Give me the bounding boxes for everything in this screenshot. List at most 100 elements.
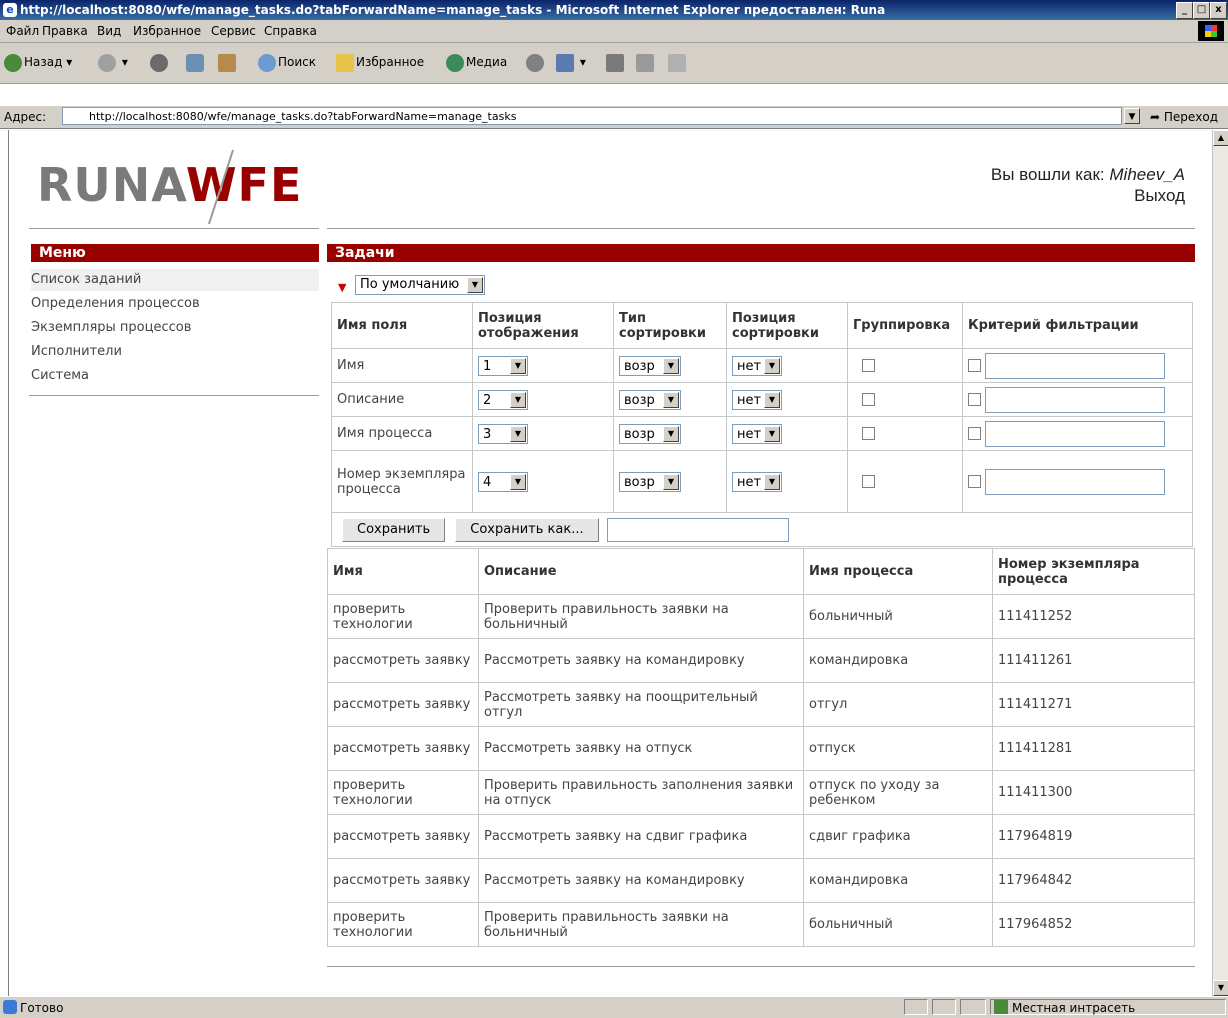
task-name[interactable]: рассмотреть заявку (327, 814, 479, 859)
task-description[interactable]: Проверить правильность заявки на больнич… (478, 902, 804, 947)
back-button[interactable]: Назад ▾ (4, 51, 72, 73)
menu-file[interactable]: Файл (6, 24, 39, 38)
task-name[interactable]: проверить технологии (327, 770, 479, 815)
task-instance[interactable]: 117964852 (992, 902, 1195, 947)
stop-button[interactable] (150, 51, 170, 73)
sidebar-item-instances[interactable]: Экземпляры процессов (31, 317, 191, 339)
group-checkbox[interactable] (862, 427, 875, 440)
filter-input[interactable] (985, 352, 1166, 379)
task-process[interactable]: командировка (803, 858, 993, 903)
task-instance[interactable]: 111411300 (992, 770, 1195, 815)
task-instance[interactable]: 117964842 (992, 858, 1195, 903)
table-row[interactable]: рассмотреть заявку Рассмотреть заявку на… (327, 726, 1195, 771)
go-button[interactable]: ➦ Переход (1150, 110, 1218, 124)
edit-button[interactable] (636, 51, 656, 73)
task-instance[interactable]: 111411281 (992, 726, 1195, 771)
task-description[interactable]: Проверить правильность заполнения заявки… (478, 770, 804, 815)
filter-input[interactable] (985, 468, 1166, 495)
view-select[interactable]: По умолчанию ▼ (355, 275, 485, 295)
filter-input[interactable] (985, 420, 1166, 447)
home-button[interactable] (218, 51, 238, 73)
table-row[interactable]: рассмотреть заявку Рассмотреть заявку на… (327, 858, 1195, 903)
sidebar-item-definitions[interactable]: Определения процессов (31, 293, 200, 315)
scroll-up-icon[interactable]: ▲ (1213, 130, 1228, 146)
task-description[interactable]: Рассмотреть заявку на командировку (478, 858, 804, 903)
task-process[interactable]: больничный (803, 594, 993, 639)
save-as-name-input[interactable] (606, 517, 789, 542)
sort-type-select[interactable]: возр ▼ (619, 471, 681, 492)
task-name[interactable]: рассмотреть заявку (327, 858, 479, 903)
group-checkbox[interactable] (862, 475, 875, 488)
table-row[interactable]: проверить технологии Проверить правильно… (327, 594, 1195, 639)
filter-checkbox[interactable] (968, 359, 981, 372)
menu-favorites[interactable]: Избранное (133, 24, 201, 38)
tasks-header-name[interactable]: Имя (327, 548, 479, 595)
history-button[interactable] (526, 51, 546, 73)
group-checkbox[interactable] (862, 359, 875, 372)
sidebar-item-tasks[interactable]: Список заданий (31, 269, 319, 291)
filter-checkbox[interactable] (968, 475, 981, 488)
vertical-scrollbar[interactable]: ▲ ▼ (1212, 130, 1228, 996)
position-select[interactable]: 3 ▼ (478, 423, 528, 444)
task-description[interactable]: Рассмотреть заявку на поощрительный отгу… (478, 682, 804, 727)
task-name[interactable]: рассмотреть заявку (327, 726, 479, 771)
mail-button[interactable]: ▾ (556, 51, 586, 73)
print-button[interactable] (606, 51, 626, 73)
scroll-down-icon[interactable]: ▼ (1213, 980, 1228, 996)
address-input[interactable]: http://localhost:8080/wfe/manage_tasks.d… (62, 107, 1122, 125)
sidebar-item-system[interactable]: Система (31, 365, 89, 387)
position-select[interactable]: 2 ▼ (478, 389, 528, 410)
task-instance[interactable]: 111411252 (992, 594, 1195, 639)
refresh-button[interactable] (186, 51, 206, 73)
task-instance[interactable]: 111411261 (992, 638, 1195, 683)
table-row[interactable]: рассмотреть заявку Рассмотреть заявку на… (327, 682, 1195, 727)
table-row[interactable]: проверить технологии Проверить правильно… (327, 770, 1195, 815)
sort-type-select[interactable]: возр ▼ (619, 389, 681, 410)
menu-help[interactable]: Справка (264, 24, 317, 38)
tasks-header-description[interactable]: Описание (478, 548, 804, 595)
task-name[interactable]: рассмотреть заявку (327, 682, 479, 727)
task-process[interactable]: больничный (803, 902, 993, 947)
table-row[interactable]: рассмотреть заявку Рассмотреть заявку на… (327, 638, 1195, 683)
task-name[interactable]: рассмотреть заявку (327, 638, 479, 683)
minimize-button[interactable]: _ (1176, 2, 1193, 19)
task-process[interactable]: командировка (803, 638, 993, 683)
save-button[interactable]: Сохранить (342, 517, 446, 542)
sort-pos-select[interactable]: нет ▼ (732, 355, 782, 376)
sort-type-select[interactable]: возр ▼ (619, 423, 681, 444)
collapse-triangle-icon[interactable]: ▼ (338, 281, 346, 294)
table-row[interactable]: проверить технологии Проверить правильно… (327, 902, 1195, 947)
forward-button[interactable]: ▾ (98, 51, 128, 73)
task-instance[interactable]: 111411271 (992, 682, 1195, 727)
task-description[interactable]: Проверить правильность заявки на больнич… (478, 594, 804, 639)
position-select[interactable]: 4 ▼ (478, 471, 528, 492)
task-process[interactable]: отпуск по уходу за ребенком (803, 770, 993, 815)
table-row[interactable]: рассмотреть заявку Рассмотреть заявку на… (327, 814, 1195, 859)
task-process[interactable]: отгул (803, 682, 993, 727)
favorites-button[interactable]: Избранное (336, 51, 424, 73)
tasks-header-process[interactable]: Имя процесса (803, 548, 993, 595)
maximize-button[interactable]: □ (1193, 2, 1210, 19)
task-description[interactable]: Рассмотреть заявку на отпуск (478, 726, 804, 771)
close-button[interactable]: x (1210, 2, 1227, 19)
filter-input[interactable] (985, 386, 1166, 413)
task-instance[interactable]: 117964819 (992, 814, 1195, 859)
position-select[interactable]: 1 ▼ (478, 355, 528, 376)
menu-tools[interactable]: Сервис (211, 24, 256, 38)
group-checkbox[interactable] (862, 393, 875, 406)
task-process[interactable]: отпуск (803, 726, 993, 771)
menu-edit[interactable]: Правка (42, 24, 88, 38)
task-name[interactable]: проверить технологии (327, 902, 479, 947)
task-description[interactable]: Рассмотреть заявку на командировку (478, 638, 804, 683)
sort-pos-select[interactable]: нет ▼ (732, 389, 782, 410)
task-process[interactable]: сдвиг графика (803, 814, 993, 859)
task-name[interactable]: проверить технологии (327, 594, 479, 639)
sort-pos-select[interactable]: нет ▼ (732, 423, 782, 444)
logout-link[interactable]: Выход (991, 185, 1185, 206)
task-description[interactable]: Рассмотреть заявку на сдвиг графика (478, 814, 804, 859)
search-button[interactable]: Поиск (258, 51, 316, 73)
tasks-header-instance[interactable]: Номер экземпляра процесса (992, 548, 1195, 595)
sort-type-select[interactable]: возр ▼ (619, 355, 681, 376)
save-as-button[interactable]: Сохранить как... (455, 517, 599, 542)
sidebar-item-executors[interactable]: Исполнители (31, 341, 122, 363)
